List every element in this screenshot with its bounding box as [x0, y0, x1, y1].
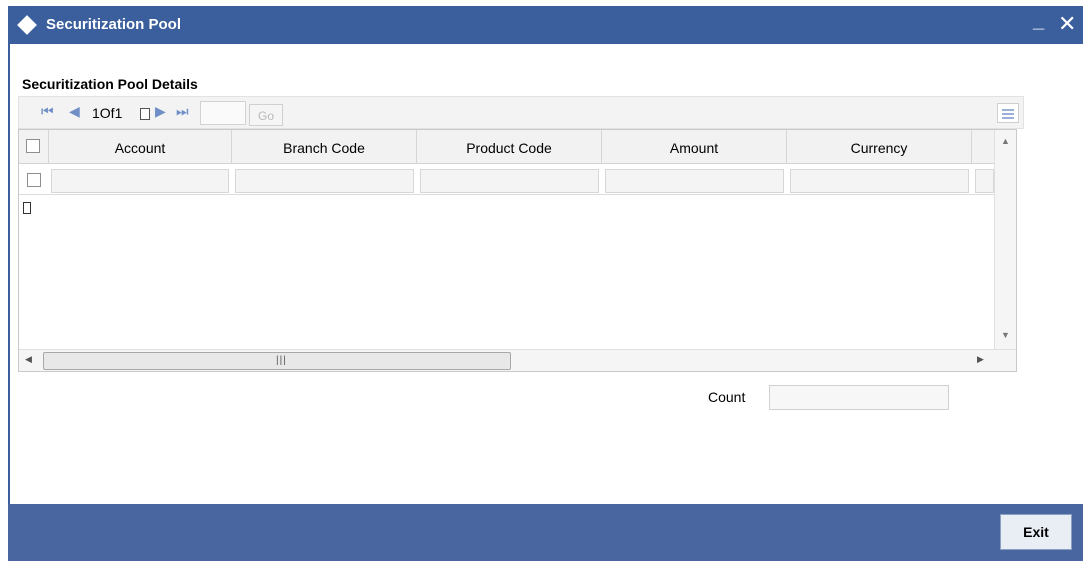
overflow-cell[interactable]	[975, 169, 994, 193]
prev-page-icon[interactable]: ◀	[69, 103, 80, 120]
page-number-input[interactable]	[200, 101, 246, 125]
account-cell[interactable]	[51, 169, 229, 193]
pool-details-grid: Account Branch Code Product Code Amount …	[18, 129, 1017, 372]
window-title: Securitization Pool	[46, 16, 182, 33]
vertical-scrollbar[interactable]: ▲ ▼	[994, 130, 1016, 349]
page-total: 1	[114, 105, 123, 121]
go-button[interactable]: Go	[249, 104, 283, 126]
column-header-overflow	[972, 130, 994, 164]
diamond-icon	[17, 15, 37, 35]
branch-code-cell[interactable]	[235, 169, 414, 193]
product-code-cell[interactable]	[420, 169, 599, 193]
row-marker	[23, 202, 31, 214]
page-current: 1	[92, 105, 100, 121]
page-of-label: Of	[99, 105, 115, 121]
last-page-icon[interactable]: ⏭	[176, 103, 189, 120]
page-marker	[140, 108, 150, 120]
grip-icon: |||	[276, 355, 287, 366]
column-header-product-code[interactable]: Product Code	[417, 130, 602, 164]
column-header-currency[interactable]: Currency	[787, 130, 972, 164]
minimize-button[interactable]: _	[1033, 10, 1044, 33]
column-header-amount[interactable]: Amount	[602, 130, 787, 164]
securitization-pool-window: Securitization Pool _ ✕ Securitization P…	[0, 0, 1083, 561]
horizontal-scroll-thumb[interactable]: |||	[43, 352, 511, 370]
row-checkbox[interactable]	[27, 173, 41, 187]
window-border	[8, 44, 10, 504]
next-page-icon[interactable]: ▶	[155, 103, 166, 120]
horizontal-scrollbar[interactable]: ◀ ||| ▶	[19, 349, 1016, 371]
footer-bar: Exit	[8, 504, 1083, 561]
scroll-up-icon[interactable]: ▲	[1001, 136, 1010, 146]
page-indicator: 1Of1	[92, 105, 122, 121]
amount-cell[interactable]	[605, 169, 784, 193]
close-button[interactable]: ✕	[1058, 11, 1076, 37]
column-settings-icon[interactable]	[997, 103, 1019, 123]
count-label: Count	[708, 389, 746, 405]
grid-header: Account Branch Code Product Code Amount …	[19, 130, 994, 164]
table-row	[19, 164, 994, 195]
pagination-bar: ⏮ ◀ 1Of1 ▶ ⏭ Go	[18, 96, 1024, 129]
title-bar: Securitization Pool _ ✕	[8, 6, 1083, 44]
scroll-left-icon[interactable]: ◀	[25, 354, 32, 365]
scroll-down-icon[interactable]: ▼	[1001, 330, 1010, 340]
section-title: Securitization Pool Details	[22, 76, 198, 92]
count-field[interactable]	[769, 385, 949, 410]
header-select-cell	[19, 130, 49, 164]
scroll-right-icon[interactable]: ▶	[977, 354, 984, 365]
currency-cell[interactable]	[790, 169, 969, 193]
first-page-icon[interactable]: ⏮	[41, 103, 54, 120]
column-header-account[interactable]: Account	[49, 130, 232, 164]
exit-button[interactable]: Exit	[1000, 514, 1072, 550]
select-all-checkbox[interactable]	[26, 139, 40, 153]
column-header-branch-code[interactable]: Branch Code	[232, 130, 417, 164]
